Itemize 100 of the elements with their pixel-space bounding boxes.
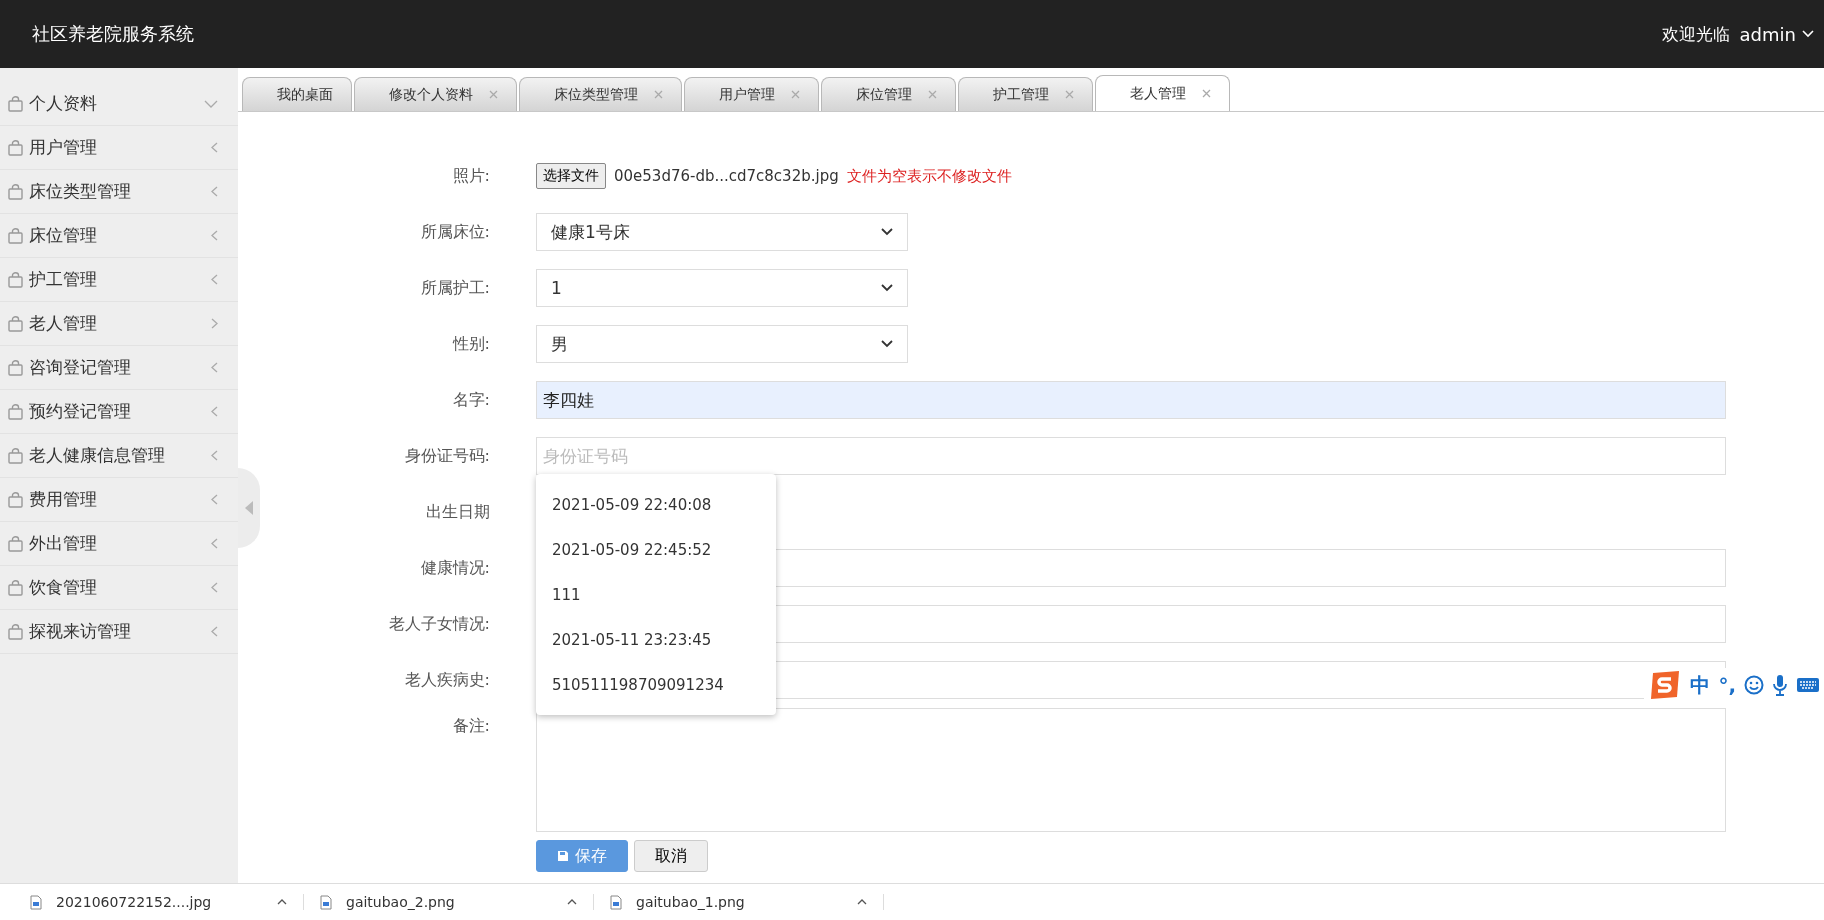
chevron-down-icon [204,99,218,108]
tab[interactable]: 老人管理 [1095,75,1230,111]
choose-file-button[interactable]: 选择文件 [536,163,606,189]
field-label: 所属护工: [419,277,491,299]
download-item[interactable]: 2021060722152....jpg [14,894,304,910]
text-field[interactable]: 身份证号码 [536,437,1726,475]
sidebar-item[interactable]: 老人管理 [0,302,238,346]
tab[interactable]: 床位类型管理 [519,77,682,111]
close-icon[interactable] [928,90,937,99]
chevron-down-icon [881,228,893,236]
tab[interactable]: 我的桌面 [242,77,352,111]
field-label: 名字: [451,389,491,411]
collapse-handle[interactable] [238,468,260,548]
sidebar-item[interactable]: 老人健康信息管理 [0,434,238,478]
sidebar-item[interactable]: 床位管理 [0,214,238,258]
chevron-left-icon [211,274,218,285]
ime-mode-label[interactable]: °, [1718,673,1736,697]
autocomplete-option[interactable]: 2021-05-11 23:23:45 [536,617,776,662]
sidebar-item[interactable]: 外出管理 [0,522,238,566]
file-name: 00e53d76-db...cd7c8c32b.jpg [614,167,839,185]
close-icon[interactable] [489,90,498,99]
chevron-down-icon [881,284,893,292]
file-icon [320,894,332,910]
sidebar-item[interactable]: 护工管理 [0,258,238,302]
app-title: 社区养老院服务系统 [32,22,194,46]
select-field[interactable]: 健康1号床 [536,213,908,251]
user-menu[interactable]: admin [1739,23,1814,45]
sidebar-item[interactable]: 探视来访管理 [0,610,238,654]
field-label: 身份证号码: [403,445,491,467]
field-label: 性别: [451,333,491,355]
bag-icon [8,359,23,376]
field-label: 照片: [451,165,491,187]
autocomplete-option[interactable]: 2021-05-09 22:45:52 [536,527,776,572]
bag-icon [8,623,23,640]
chevron-left-icon [211,582,218,593]
bag-icon [8,447,23,464]
chevron-left-icon [211,230,218,241]
chevron-left-icon [211,494,218,505]
field-label: 出生日期 [425,501,491,523]
sidebar-item[interactable]: 咨询登记管理 [0,346,238,390]
chevron-left-icon [211,406,218,417]
caret-up-icon[interactable] [567,899,577,905]
bag-icon [8,139,23,156]
field-label: 备注: [451,715,491,737]
tab[interactable]: 修改个人资料 [354,77,517,111]
close-icon[interactable] [654,90,663,99]
close-icon[interactable] [791,90,800,99]
microphone-icon[interactable] [1772,674,1788,696]
sidebar-item[interactable]: 个人资料 [0,82,238,126]
sidebar-item[interactable]: 预约登记管理 [0,390,238,434]
field-label: 老人疾病史: [403,669,491,691]
file-hint: 文件为空表示不修改文件 [846,166,1012,186]
smiley-icon[interactable] [1744,675,1764,695]
close-icon[interactable] [1202,89,1211,98]
tab[interactable]: 床位管理 [821,77,956,111]
bag-icon [8,403,23,420]
chevron-left-icon [211,450,218,461]
chevron-left-icon [211,538,218,549]
select-field[interactable]: 男 [536,325,908,363]
autocomplete-option[interactable]: 510511198709091234 [536,662,776,707]
chevron-left-icon [211,142,218,153]
bag-icon [8,579,23,596]
chevron-left-icon [211,186,218,197]
keyboard-icon[interactable] [1796,676,1820,694]
autocomplete-option[interactable]: 2021-05-09 22:40:08 [536,482,776,527]
chevron-left-icon [211,626,218,637]
download-item[interactable]: gaitubao_2.png [304,894,594,910]
file-icon [30,894,42,910]
bag-icon [8,227,23,244]
bag-icon [8,491,23,508]
download-item[interactable]: gaitubao_1.png [594,894,884,910]
file-icon [610,894,622,910]
triangle-left-icon [245,501,253,515]
bag-icon [8,183,23,200]
chevron-left-icon [211,362,218,373]
sidebar-item[interactable]: 床位类型管理 [0,170,238,214]
bag-icon [8,271,23,288]
sidebar-item[interactable]: 饮食管理 [0,566,238,610]
field-label: 老人子女情况: [387,613,491,635]
select-field[interactable]: 1 [536,269,908,307]
chevron-right-icon [211,318,218,329]
text-field[interactable]: 李四娃 [536,381,1726,419]
autocomplete-option[interactable]: 111 [536,572,776,617]
field-label: 所属床位: [419,221,491,243]
caret-icon [1802,30,1814,38]
caret-up-icon[interactable] [277,899,287,905]
bag-icon [8,315,23,332]
cancel-button[interactable]: 取消 [634,840,708,872]
ime-mode-label[interactable]: 中 [1690,671,1711,699]
tab[interactable]: 护工管理 [958,77,1093,111]
bag-icon [8,535,23,552]
sidebar-item[interactable]: 用户管理 [0,126,238,170]
tab[interactable]: 用户管理 [684,77,819,111]
remarks-field[interactable] [536,708,1726,832]
welcome-text: 欢迎光临 [1661,22,1730,46]
caret-up-icon[interactable] [857,899,867,905]
bag-icon [8,95,23,112]
chevron-down-icon [881,340,893,348]
close-icon[interactable] [1065,90,1074,99]
field-label: 健康情况: [419,557,491,579]
